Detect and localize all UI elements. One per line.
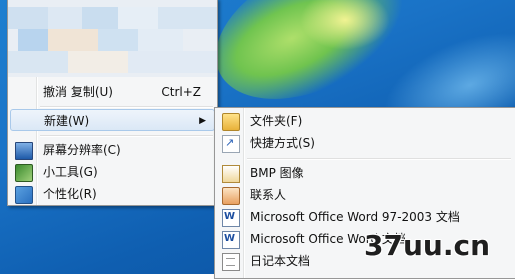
word-doc-icon [222, 209, 240, 227]
menu-item-screen-resolution[interactable]: 屏幕分辨率(C) [10, 139, 215, 161]
undo-copy-shortcut: Ctrl+Z [161, 85, 201, 99]
journal-doc-icon [222, 253, 240, 271]
journal-doc-label: 日记本文档 [250, 254, 311, 268]
contact-label: 联系人 [250, 188, 287, 202]
bmp-image-label: BMP 图像 [250, 166, 304, 180]
submenu-item-shortcut[interactable]: 快捷方式(S) [217, 132, 513, 154]
shortcut-icon [222, 135, 240, 153]
undo-copy-label: 撤消 复制(U) [43, 85, 113, 99]
personalize-label: 个性化(R) [43, 187, 97, 201]
screen-resolution-label: 屏幕分辨率(C) [43, 143, 121, 157]
site-watermark: 37uu.cn [364, 229, 490, 262]
monitor-icon [15, 142, 33, 160]
personalize-icon [15, 186, 33, 204]
word-97-2003-label: Microsoft Office Word 97-2003 文档 [250, 210, 460, 224]
menu-item-personalize[interactable]: 个性化(R) [10, 183, 215, 205]
menu-item-gadgets[interactable]: 小工具(G) [10, 161, 215, 183]
submenu-item-folder[interactable]: 文件夹(F) [217, 110, 513, 132]
submenu-item-bmp-image[interactable]: BMP 图像 [217, 162, 513, 184]
gadgets-label: 小工具(G) [43, 165, 98, 179]
submenu-arrow-icon: ▶ [199, 116, 206, 126]
menu-separator [40, 135, 213, 137]
contact-icon [222, 187, 240, 205]
menu-separator [40, 106, 213, 108]
folder-icon [222, 113, 240, 131]
desktop-context-menu: 撤消 复制(U) Ctrl+Z 新建(W) ▶ 屏幕分辨率(C) 小工具(G) … [7, 0, 218, 206]
submenu-separator [247, 158, 511, 160]
menu-item-new[interactable]: 新建(W) ▶ [10, 109, 215, 131]
bmp-image-icon [222, 165, 240, 183]
word-docx-icon [222, 231, 240, 249]
submenu-item-contact[interactable]: 联系人 [217, 184, 513, 206]
blurred-menu-items [8, 0, 217, 77]
submenu-item-word-97-2003[interactable]: Microsoft Office Word 97-2003 文档 [217, 206, 513, 228]
new-label: 新建(W) [44, 114, 90, 128]
gadget-icon [15, 164, 33, 182]
folder-label: 文件夹(F) [250, 114, 303, 128]
shortcut-label: 快捷方式(S) [250, 136, 315, 150]
menu-item-undo-copy[interactable]: 撤消 复制(U) Ctrl+Z [10, 81, 215, 103]
